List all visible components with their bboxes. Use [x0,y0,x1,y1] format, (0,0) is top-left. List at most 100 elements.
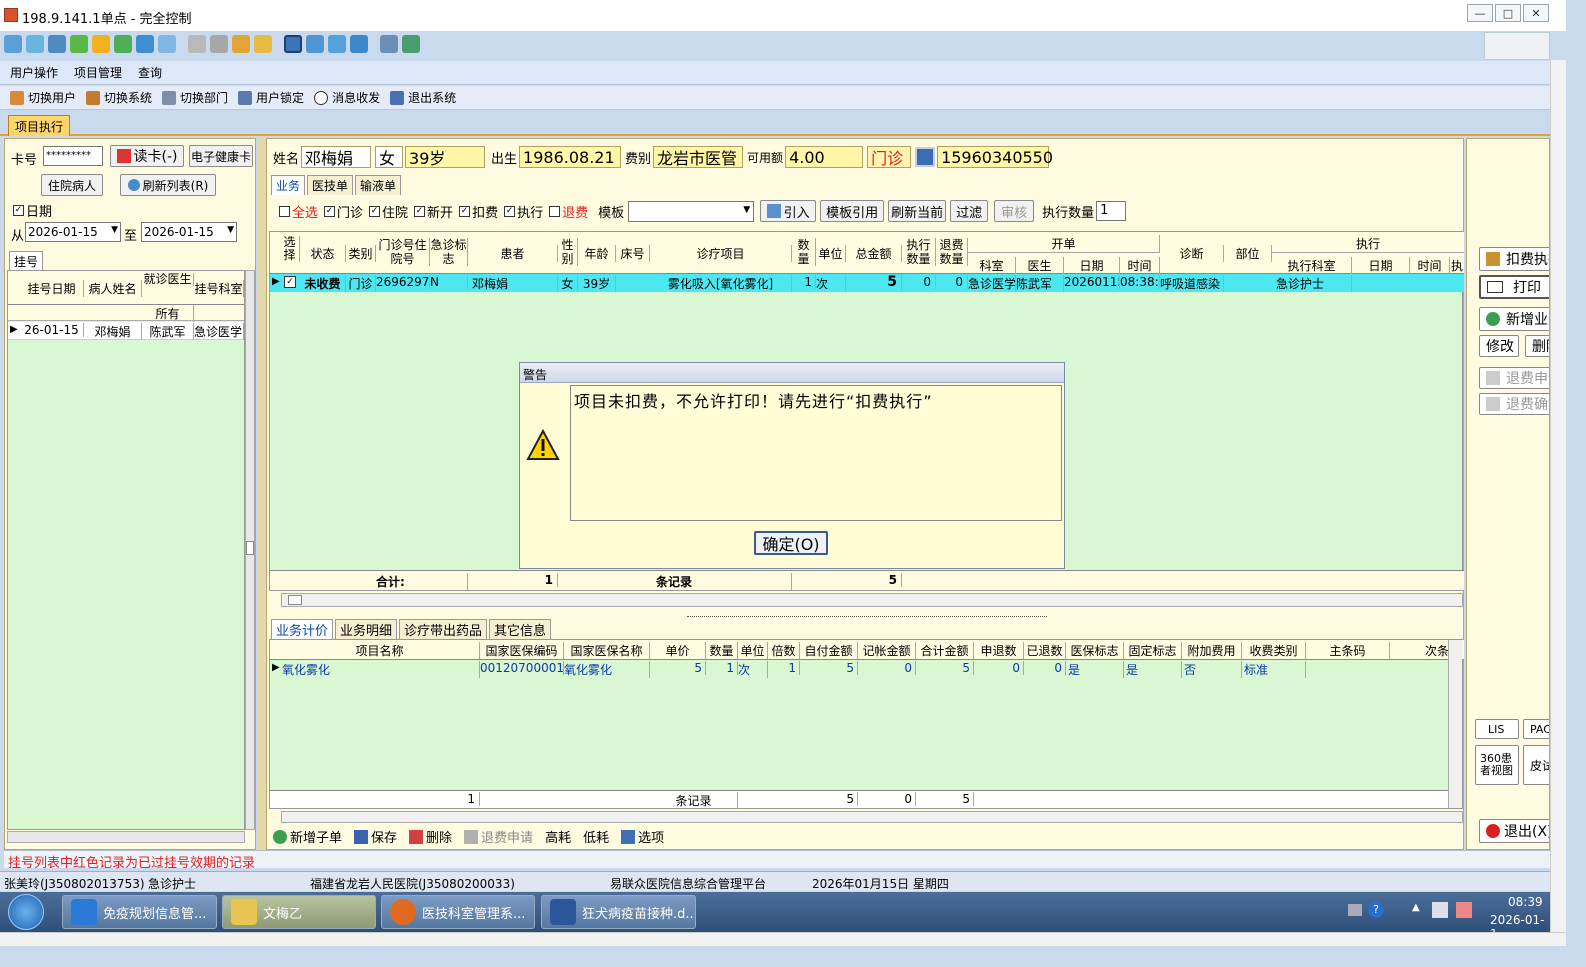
col-emergency[interactable]: 急诊标志 [430,238,468,266]
col-total[interactable]: 总金额 [846,245,902,262]
pacs-button[interactable]: PACS [1523,719,1549,739]
col-dept[interactable]: 科室 [968,257,1016,274]
col-diagnosis[interactable]: 诊断 [1160,245,1224,262]
pcol-account[interactable]: 记帐金额 [858,642,916,659]
tray-help-icon[interactable]: ? [1368,902,1384,918]
scroll-thumb[interactable] [246,541,254,555]
table-row[interactable]: ▶ 26-01-15 邓梅娟 陈武军 急诊医学 [8,322,244,340]
task-folder[interactable]: 文梅乙 [222,895,376,929]
maximize-button[interactable]: □ [1495,4,1521,22]
charge-execute-button[interactable]: 扣费执行 [1479,247,1549,271]
options-button[interactable]: 选项 [621,827,664,846]
read-card-button[interactable]: 读卡(-) [110,145,184,167]
switch-dept-button[interactable]: 切换部门 [162,89,228,106]
reg-col-doctor[interactable]: 就诊医生 [142,273,194,286]
viewer-hscroll[interactable] [0,932,1566,946]
window-icon[interactable] [328,35,346,53]
screen-icon[interactable] [26,35,44,53]
menu-user-ops[interactable]: 用户操作 [10,64,58,81]
refund-confirm-button[interactable]: 退费确认 [1479,393,1549,415]
refund-checkbox[interactable]: 退费 [549,202,588,221]
user-lock-button[interactable]: 用户锁定 [238,89,304,106]
col-doctor[interactable]: 医生 [1016,257,1064,274]
delete-side-button[interactable]: 删除 [1525,335,1549,357]
date-from-input[interactable]: 2026-01-15 ▼ [25,222,121,242]
reg-filter-doctor[interactable]: 所有 [142,305,194,322]
sync-icon[interactable] [70,35,88,53]
task-word-doc[interactable]: 狂犬病疫苗接种.d... [541,895,696,929]
health-card-button[interactable]: 电子健康卡 [189,145,253,167]
pcol-ins-name[interactable]: 国家医保名称 [564,642,650,659]
col-item[interactable]: 诊疗项目 [650,245,792,262]
tab-detail[interactable]: 业务明细 [335,619,398,639]
tray-keyboard-icon[interactable] [1348,904,1362,916]
pcol-ins-flag[interactable]: 医保标志 [1066,642,1124,659]
pricing-vscroll[interactable] [1448,640,1462,808]
col-select[interactable]: 选择 [280,236,300,262]
charged-checkbox[interactable]: ✓ 扣费 [459,202,498,221]
patient-360-button[interactable]: 360患者视图 [1475,745,1519,785]
tray-security-icon[interactable] [1456,902,1472,918]
col-refund-qty[interactable]: 退费数量 [936,238,968,266]
executed-checkbox[interactable]: ✓ 执行 [504,202,543,221]
col-status[interactable]: 状态 [300,245,346,262]
tab-other-info[interactable]: 其它信息 [489,619,552,639]
viewer-vscroll[interactable] [1550,60,1566,932]
refresh-current-button[interactable]: 刷新当前 [888,200,947,222]
phone-icon[interactable] [136,35,154,53]
dropdown-icon[interactable]: ▼ [111,225,118,235]
col-date[interactable]: 日期 [1064,257,1120,274]
col-exec-extra[interactable]: 执 [1450,257,1464,274]
task-immunization[interactable]: 免疫规划信息管... [62,895,217,929]
col-exec-qty[interactable]: 执行数量 [902,238,936,266]
col-sex[interactable]: 性别 [558,238,578,266]
pcol-unit[interactable]: 单位 [738,642,768,659]
fullscreen-icon[interactable] [284,35,302,53]
tools-icon[interactable] [402,35,420,53]
col-age[interactable]: 年龄 [578,245,616,262]
col-time[interactable]: 时间 [1120,257,1160,274]
outpatient-checkbox[interactable]: ✓ 门诊 [324,202,363,221]
minimize-button[interactable]: — [1467,4,1493,22]
col-patient[interactable]: 患者 [468,245,558,262]
dropdown-icon[interactable]: ▼ [227,225,234,235]
inpatient-checkbox[interactable]: ✓ 住院 [369,202,408,221]
date-checkbox[interactable]: ✓ 日期 [13,201,52,220]
dialog-titlebar[interactable]: 警告 [520,363,1064,383]
console-icon[interactable] [48,35,66,53]
pcol-ins-code[interactable]: 国家医保编码 [480,642,564,659]
new-business-button[interactable]: 新增业务 [1479,307,1549,331]
filter-button[interactable]: 过滤 [950,200,989,222]
monitor-icon[interactable] [4,35,22,53]
upload-icon[interactable] [188,35,206,53]
tab-registration[interactable]: 挂号 [9,251,44,271]
menu-project-mgmt[interactable]: 项目管理 [74,64,122,81]
date-to-input[interactable]: 2026-01-15 ▼ [141,222,237,242]
pcol-price[interactable]: 单价 [650,642,706,659]
refresh-list-button[interactable]: 刷新列表(R) [120,174,216,196]
col-exec-time[interactable]: 时间 [1410,257,1450,274]
pcol-apply-refund[interactable]: 申退数 [974,642,1024,659]
template-select[interactable]: ▼ [628,200,755,222]
lock-icon[interactable] [232,35,250,53]
pcol-self-pay[interactable]: 自付金额 [800,642,858,659]
pcol-refunded[interactable]: 已退数 [1024,642,1066,659]
pcol-charge-type[interactable]: 收费类别 [1242,642,1306,659]
tab-business[interactable]: 业务 [271,175,306,195]
col-type[interactable]: 类别 [346,245,376,262]
select-all-checkbox[interactable]: 全选 [279,202,318,221]
reg-col-date[interactable]: 挂号日期 [20,280,84,297]
delete-button[interactable]: 删除 [409,827,452,846]
chat-icon[interactable] [114,35,132,53]
menu-query[interactable]: 查询 [138,64,162,81]
switch-system-button[interactable]: 切换系统 [86,89,152,106]
print-button[interactable]: 打印 [1479,275,1549,299]
col-site[interactable]: 部位 [1224,245,1272,262]
add-suborder-button[interactable]: 新增子单 [273,827,342,846]
users-icon[interactable] [210,35,228,53]
template-ref-button[interactable]: 模板引用 [820,200,885,222]
copy-icon[interactable] [380,35,398,53]
splitter[interactable] [257,138,265,850]
dropdown-icon[interactable]: ▼ [743,205,750,215]
card-input[interactable]: ********* [43,146,103,166]
